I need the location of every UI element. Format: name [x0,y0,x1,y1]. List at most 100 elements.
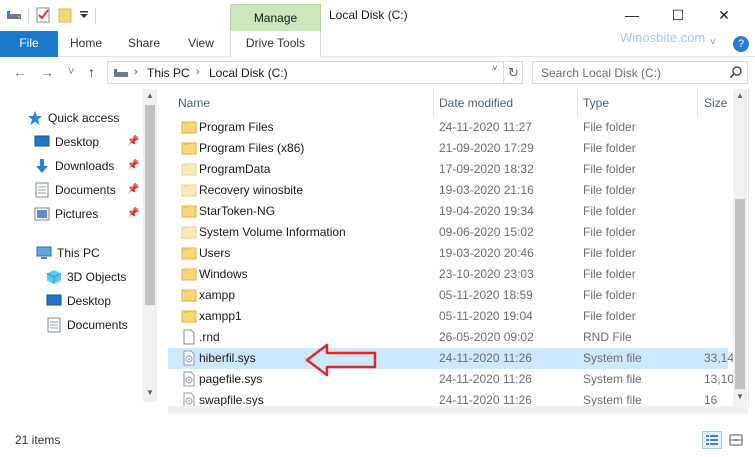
forward-button[interactable]: → [40,64,54,80]
address-bar[interactable]: › This PC › Local Disk (C:) [107,61,504,84]
drive-icon[interactable] [6,8,22,25]
table-row[interactable]: pagefile.sys 24-11-2020 11:26 System file 1… [168,369,734,390]
file-type: File folder [583,204,636,218]
table-row[interactable]: ProgramData 17-09-2020 18:32 File folder [168,159,728,180]
customize-toolbar-icon[interactable] [79,9,89,23]
nav-item-pictures[interactable]: Pictures [34,203,98,225]
file-date-modified: 19-03-2020 21:16 [439,183,534,197]
search-input[interactable] [533,62,723,83]
tab-view[interactable]: View [178,31,224,57]
table-row[interactable]: xampp1 05-11-2020 19:04 File folder [168,306,728,327]
table-row[interactable]: hiberfil.sys 24-11-2020 11:26 System file 3… [168,348,734,369]
table-row[interactable]: System Volume Information 09-06-2020 15:0… [168,222,728,243]
tab-file[interactable]: File [0,31,58,57]
ribbon-tabs: File Home Share View Drive Tools Winosbi… [0,31,755,57]
ribbon-collapse-icon[interactable]: ˅ [710,37,716,48]
folder-icon [181,287,197,303]
folder-icon [181,245,197,261]
recent-locations-button[interactable]: ˅ [68,66,74,78]
scroll-thumb[interactable] [145,105,155,305]
nav-item-label: Desktop [67,294,112,308]
scroll-up-arrow[interactable]: ▲ [143,91,157,100]
properties-icon[interactable] [35,7,51,26]
table-row[interactable]: Windows 23-10-2020 23:03 File folder [168,264,728,285]
scroll-down-arrow[interactable]: ▼ [143,388,157,397]
file-name: StarToken-NG [199,204,276,218]
tab-drive-tools[interactable]: Drive Tools [230,31,321,57]
column-divider[interactable] [697,89,698,117]
breadcrumb-local-disk[interactable]: Local Disk (C:) [209,66,288,80]
nav-item-label: Documents [67,318,128,332]
nav-quick-access[interactable]: Quick access [27,107,119,129]
file-name: ProgramData [199,162,271,176]
back-button[interactable]: ← [13,64,27,80]
up-button[interactable]: ↑ [88,64,95,80]
status-bar: 21 items [0,429,755,451]
folder-faded-icon [181,161,197,177]
nav-item-desktop[interactable]: Desktop [34,131,99,153]
column-header-type[interactable]: Type [583,89,609,117]
documents-icon [46,317,62,333]
table-row[interactable]: Recovery winosbite 19-03-2020 21:16 File f… [168,180,728,201]
search-icon[interactable] [729,65,743,79]
pin-icon[interactable]: 📌 [127,208,139,219]
file-name: hiberfil.sys [199,351,256,365]
scroll-thumb[interactable] [735,199,745,389]
nav-item-pc-documents[interactable]: Documents [46,314,128,336]
nav-item-3d-objects[interactable]: 3D Objects [46,266,126,288]
details-view-icon [706,435,718,445]
close-button[interactable]: ✕ [701,0,747,30]
breadcrumb-chevron[interactable]: › [134,66,138,78]
nav-item-downloads[interactable]: Downloads [34,155,114,177]
tab-manage[interactable]: Manage [230,4,321,31]
file-date-modified: 09-06-2020 15:02 [439,225,534,239]
system-file-icon [181,350,197,366]
file-date-modified: 24-11-2020 11:26 [439,351,532,365]
quick-access-toolbar [6,6,96,26]
maximize-button[interactable]: ☐ [655,0,701,30]
nav-item-label: Downloads [55,159,115,173]
file-list-scrollbar[interactable]: ▲ ▼ [733,89,747,406]
horizontal-scrollbar[interactable] [168,406,748,414]
column-header-name[interactable]: Name [178,89,210,117]
pin-icon[interactable]: 📌 [127,136,139,147]
nav-item-pc-desktop[interactable]: Desktop [46,290,111,312]
refresh-button[interactable]: ↻ [505,61,523,84]
column-divider[interactable] [577,89,578,117]
file-name: xampp [199,288,236,302]
scroll-up-arrow[interactable]: ▲ [733,91,747,100]
pin-icon[interactable]: 📌 [127,184,139,195]
table-row[interactable]: xampp 05-11-2020 18:59 File folder [168,285,728,306]
pin-icon[interactable]: 📌 [127,160,139,171]
column-divider[interactable] [433,89,434,117]
address-row: ← → ˅ ↑ › This PC › Local Disk (C:) ˅ ↻ [0,57,755,89]
nav-pane-scrollbar[interactable]: ▲ ▼ [143,89,157,402]
file-name: System Volume Information [199,225,346,239]
nav-item-documents[interactable]: Documents [34,179,116,201]
help-button[interactable]: ? [733,36,749,52]
tab-share[interactable]: Share [120,31,168,57]
table-row[interactable]: StarToken-NG 19-04-2020 19:34 File folder [168,201,728,222]
folder-icon [181,140,197,156]
large-icons-view-button[interactable] [726,431,746,449]
new-folder-icon[interactable] [57,7,73,26]
breadcrumb-this-pc[interactable]: This PC [147,66,190,80]
table-row[interactable]: Program Files 24-11-2020 11:27 File folder [168,117,728,138]
pictures-icon [34,206,50,222]
file-date-modified: 24-11-2020 11:27 [439,120,532,134]
table-row[interactable]: .rnd 26-05-2020 09:02 RND File [168,327,728,348]
file-date-modified: 19-04-2020 19:34 [439,204,534,218]
tab-home[interactable]: Home [62,31,110,57]
column-header-size[interactable]: Size [704,89,727,117]
address-dropdown-button[interactable]: ˅ [487,61,503,75]
file-date-modified: 23-10-2020 23:03 [439,267,534,281]
table-row[interactable]: Users 19-03-2020 20:46 File folder [168,243,728,264]
column-header-date[interactable]: Date modified [439,89,513,117]
details-view-button[interactable] [702,431,722,449]
breadcrumb-chevron[interactable]: › [196,66,200,78]
nav-this-pc[interactable]: This PC [36,242,100,264]
scroll-down-arrow[interactable]: ▼ [733,392,747,401]
table-row[interactable]: Program Files (x86) 21-09-2020 17:29 File … [168,138,728,159]
file-date-modified: 24-11-2020 11:26 [439,372,532,386]
minimize-button[interactable]: — [609,0,655,30]
